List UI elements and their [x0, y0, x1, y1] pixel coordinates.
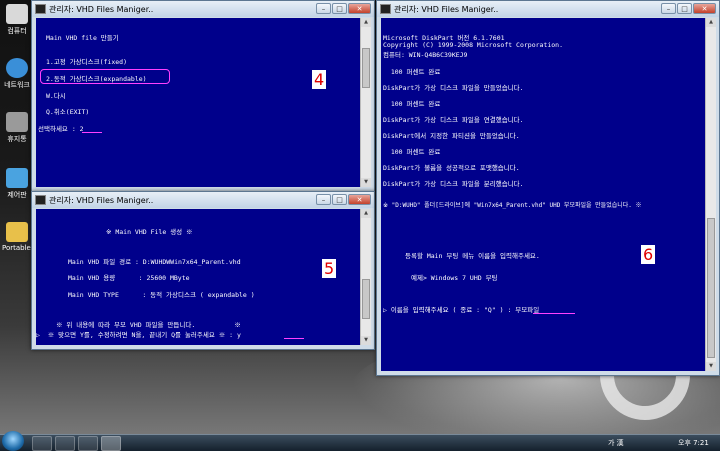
- network-icon: [6, 58, 28, 78]
- console-app-icon: [35, 4, 46, 14]
- folder-icon: [6, 222, 28, 242]
- console-line: 컴퓨터: WIN-Q4B6C39KEJ9: [383, 51, 468, 59]
- title-bar[interactable]: 관리자: VHD Files Maniger.. – □ ✕: [32, 1, 374, 17]
- console-line: 등록할 Main 부팅 메뉴 이름을 입력해주세요.: [405, 252, 540, 260]
- console-line: Main VHD 용량 : 25600 MByte: [68, 274, 190, 282]
- close-button[interactable]: ✕: [693, 3, 716, 14]
- desktop-icon-network[interactable]: 네트워크: [2, 58, 32, 90]
- console-line: ※ 위 내용에 따라 부모 VHD 파일을 만듭니다. ※: [56, 321, 241, 329]
- console-line: 예제> Windows 7 UHD 부팅: [411, 274, 498, 282]
- control-panel-icon: [6, 168, 28, 188]
- console-window-create[interactable]: 관리자: VHD Files Maniger.. – □ ✕ ※ Main VH…: [31, 191, 375, 350]
- console-line: Main VHD TYPE : 동적 가상디스크 ( expandable ): [68, 291, 255, 299]
- ime-indicator[interactable]: 가 漢: [608, 438, 624, 448]
- console-line: DiskPart가 볼륨을 성공적으로 포맷했습니다.: [383, 164, 520, 172]
- desktop-icon-computer[interactable]: 컴퓨터: [2, 4, 32, 36]
- step-number-label: 4: [312, 70, 327, 89]
- console-window-menu[interactable]: 관리자: VHD Files Maniger.. – □ ✕ Main VHD …: [31, 0, 375, 192]
- vertical-scrollbar[interactable]: ▲ ▼: [705, 18, 716, 371]
- console-prompt: ▷ 이름을 입력해주세요 ( 종료 : "Q" ) : 부모파일: [383, 306, 540, 314]
- console-line: DiskPart가 가상 디스크 파일을 연결했습니다.: [383, 116, 524, 124]
- window-title: 관리자: VHD Files Maniger..: [49, 4, 154, 14]
- highlight-box: [40, 69, 170, 84]
- console-line: 100 퍼센트 완료: [383, 148, 441, 156]
- console-prompt: 선택하세요 : 2: [38, 125, 84, 133]
- console-line: ※ "D:WUHD" 폴더[드라이브]에 "Win7x64_Parent.vhd…: [383, 202, 642, 209]
- title-bar[interactable]: 관리자: VHD Files Maniger.. – □ ✕: [32, 192, 374, 208]
- scroll-thumb[interactable]: [362, 279, 370, 319]
- scroll-down-arrow-icon[interactable]: ▼: [361, 178, 371, 187]
- scroll-thumb[interactable]: [707, 218, 715, 358]
- window-title: 관리자: VHD Files Maniger..: [49, 195, 154, 205]
- maximize-button[interactable]: □: [677, 3, 692, 14]
- input-underline: [533, 313, 575, 314]
- taskbar-explorer-button[interactable]: [55, 436, 75, 451]
- desktop-icon-recycle-bin[interactable]: 휴지통: [2, 112, 32, 144]
- minimize-button[interactable]: –: [316, 3, 331, 14]
- taskbar: 가 漢 오후 7:21: [0, 431, 720, 451]
- taskbar-ie-button[interactable]: [32, 436, 52, 451]
- taskbar-console-button[interactable]: [101, 436, 121, 451]
- console-output[interactable]: ※ Main VHD File 생성 ※ Main VHD 파일 경로 : D:…: [36, 209, 360, 345]
- console-app-icon: [380, 4, 391, 14]
- window-title: 관리자: VHD Files Maniger..: [394, 4, 499, 14]
- scroll-down-arrow-icon[interactable]: ▼: [706, 362, 716, 371]
- scroll-thumb[interactable]: [362, 48, 370, 88]
- computer-icon: [6, 4, 28, 24]
- console-output[interactable]: Main VHD file 만들기 1.고정 가상디스크(fixed) 2.동적…: [36, 18, 360, 187]
- taskbar-media-button[interactable]: [78, 436, 98, 451]
- input-underline: [82, 132, 102, 133]
- scroll-up-arrow-icon[interactable]: ▲: [706, 18, 716, 27]
- vertical-scrollbar[interactable]: ▲ ▼: [360, 18, 371, 187]
- console-prompt: ▷ ※ 맞으면 Y를, 수정하려면 N을, 끝내기 Q를 눌러주세요 ※ : y: [36, 331, 241, 339]
- step-number-label: 5: [322, 259, 337, 278]
- desktop-icon-portables[interactable]: Portables: [2, 222, 35, 252]
- close-button[interactable]: ✕: [348, 194, 371, 205]
- desktop-icon-control-panel[interactable]: 제어판: [2, 168, 32, 200]
- desktop-icon-label: 휴지통: [7, 135, 27, 143]
- console-line: 1.고정 가상디스크(fixed): [46, 58, 127, 66]
- console-app-icon: [35, 195, 46, 205]
- close-button[interactable]: ✕: [348, 3, 371, 14]
- recycle-bin-icon: [6, 112, 28, 132]
- scroll-up-arrow-icon[interactable]: ▲: [361, 209, 371, 218]
- console-line: 100 퍼센트 완료: [383, 68, 441, 76]
- console-output[interactable]: Microsoft DiskPart 버전 6.1.7601 Copyright…: [381, 18, 705, 371]
- maximize-button[interactable]: □: [332, 194, 347, 205]
- maximize-button[interactable]: □: [332, 3, 347, 14]
- console-line: DiskPart가 가상 디스크 파일을 분리했습니다.: [383, 180, 524, 188]
- desktop-icon-label: Portables: [2, 244, 35, 252]
- console-line: ※ Main VHD File 생성 ※: [106, 228, 193, 236]
- minimize-button[interactable]: –: [661, 3, 676, 14]
- vertical-scrollbar[interactable]: ▲ ▼: [360, 209, 371, 345]
- scroll-up-arrow-icon[interactable]: ▲: [361, 18, 371, 27]
- scroll-down-arrow-icon[interactable]: ▼: [361, 336, 371, 345]
- console-line: Main VHD 파일 경로 : D:WUHDWWin7x64_Parent.v…: [68, 258, 241, 266]
- console-line: 100 퍼센트 완료: [383, 100, 441, 108]
- desktop-icon-label: 컴퓨터: [7, 27, 27, 35]
- console-window-diskpart[interactable]: 관리자: VHD Files Maniger.. – □ ✕ Microsoft…: [376, 0, 720, 376]
- console-line: W.다시: [46, 92, 66, 100]
- system-clock[interactable]: 오후 7:21: [678, 438, 709, 448]
- console-line: Copyright (C) 1999-2008 Microsoft Corpor…: [383, 41, 564, 49]
- desktop-icon-label: 네트워크: [4, 81, 30, 89]
- console-line: DiskPart가 가상 디스크 파일을 만들었습니다.: [383, 84, 524, 92]
- minimize-button[interactable]: –: [316, 194, 331, 205]
- console-line: Main VHD file 만들기: [46, 34, 119, 42]
- title-bar[interactable]: 관리자: VHD Files Maniger.. – □ ✕: [377, 1, 719, 17]
- step-number-label: 6: [641, 245, 656, 264]
- start-button[interactable]: [2, 431, 24, 451]
- desktop-icon-label: 제어판: [7, 191, 27, 199]
- console-line: Q.취소(EXIT): [46, 108, 90, 116]
- console-line: DiskPart에서 지정한 파티션을 만들었습니다.: [383, 132, 520, 140]
- input-underline: [284, 338, 304, 339]
